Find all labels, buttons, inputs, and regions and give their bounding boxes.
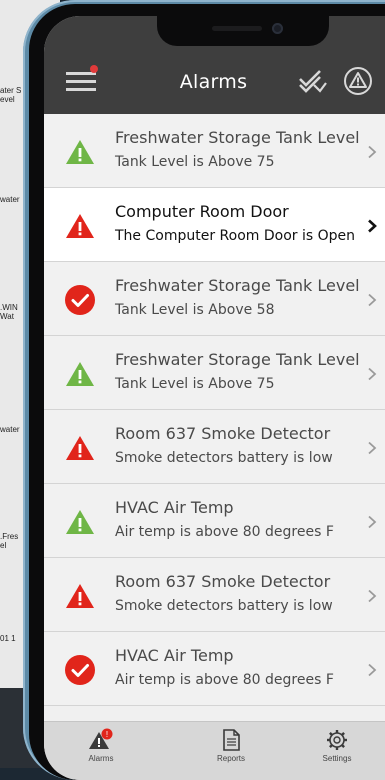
page-title: Alarms [179,71,248,93]
alarm-warning-icon: ! [89,728,113,749]
gear-icon [327,730,347,750]
alarm-subtitle: Smoke detectors battery is low [115,450,333,466]
phone-frame: Alarms Freshwater Storage Tank Level Tan… [23,0,385,780]
alarm-row[interactable]: HVAC Air Temp Air temp is above 80 degree… [44,484,385,558]
red-warning-triangle-icon [64,210,96,242]
alarm-row[interactable]: Room 637 Smoke Detector Smoke detectors b… [44,410,385,484]
red-warning-triangle-icon [64,432,96,464]
alarm-title: Computer Room Door [115,202,289,221]
tab-label: Reports [216,754,245,763]
tab-badge: ! [106,730,108,739]
alarm-row[interactable]: Freshwater Storage Tank Level Tank Level … [44,262,385,336]
tab-bar: ! Alarms Reports Settings [44,721,385,780]
alarm-subtitle: The Computer Room Door is Open [115,228,355,244]
alarm-row[interactable]: Freshwater Storage Tank Level Tank Level … [44,336,385,410]
red-check-circle-icon [64,284,96,316]
background-text-fragment: .WIN Wat [0,303,18,321]
speaker-grille [212,26,262,31]
tab-label: Alarms [88,754,114,763]
alarm-row[interactable]: Freshwater Storage Tank Level Tank Level … [44,114,385,188]
chevron-right-icon [367,292,377,307]
chevron-right-icon [367,218,377,233]
phone-notch [157,16,329,46]
background-text-fragment: water [0,195,20,204]
background-text-fragment: 01 1 [0,634,16,643]
alarm-title: Freshwater Storage Tank Level [115,128,360,147]
chevron-right-icon [367,662,377,677]
alarm-title: HVAC Air Temp [115,498,234,517]
alarm-row[interactable]: Computer Room Door The Computer Room Door… [44,188,385,262]
front-camera [272,23,283,34]
alarm-list: Freshwater Storage Tank Level Tank Level … [44,114,385,706]
alarm-row[interactable]: HVAC Air Temp Air temp is above 80 degree… [44,632,385,706]
chevron-right-icon [367,514,377,529]
red-warning-triangle-icon [64,580,96,612]
alarm-title: Freshwater Storage Tank Level [115,276,360,295]
alarm-title: Room 637 Smoke Detector [115,424,331,443]
alarm-title: HVAC Air Temp [115,646,234,665]
warning-circle-icon[interactable] [343,66,373,96]
alarm-title: Room 637 Smoke Detector [115,572,331,591]
alarm-subtitle: Air temp is above 80 degrees F [115,672,334,688]
tab-settings[interactable]: Settings [302,728,372,763]
chevron-right-icon [367,144,377,159]
double-check-icon[interactable] [297,66,327,96]
alarm-subtitle: Tank Level is Above 75 [115,376,275,392]
background-text-fragment: .Fres el [0,532,19,550]
document-icon [223,729,240,751]
tab-reports[interactable]: Reports [196,728,266,763]
chevron-right-icon [367,588,377,603]
alarm-row[interactable]: Room 637 Smoke Detector Smoke detectors b… [44,558,385,632]
phone-screen: Alarms Freshwater Storage Tank Level Tan… [44,16,385,780]
green-warning-triangle-icon [64,136,96,168]
red-check-circle-icon [64,654,96,686]
alarm-title: Freshwater Storage Tank Level [115,350,360,369]
background-text-fragment: ater S evel [0,86,22,104]
green-warning-triangle-icon [64,506,96,538]
alarm-subtitle: Air temp is above 80 degrees F [115,524,334,540]
chevron-right-icon [367,366,377,381]
background-text-fragment: water [0,425,20,434]
chevron-right-icon [367,440,377,455]
tab-label: Settings [322,754,352,763]
alarm-subtitle: Tank Level is Above 58 [115,302,275,318]
alarm-subtitle: Tank Level is Above 75 [115,154,275,170]
green-warning-triangle-icon [64,358,96,390]
alarm-subtitle: Smoke detectors battery is low [115,598,333,614]
phone-bezel: Alarms Freshwater Storage Tank Level Tan… [29,4,385,780]
tab-alarms[interactable]: ! Alarms [66,728,136,763]
